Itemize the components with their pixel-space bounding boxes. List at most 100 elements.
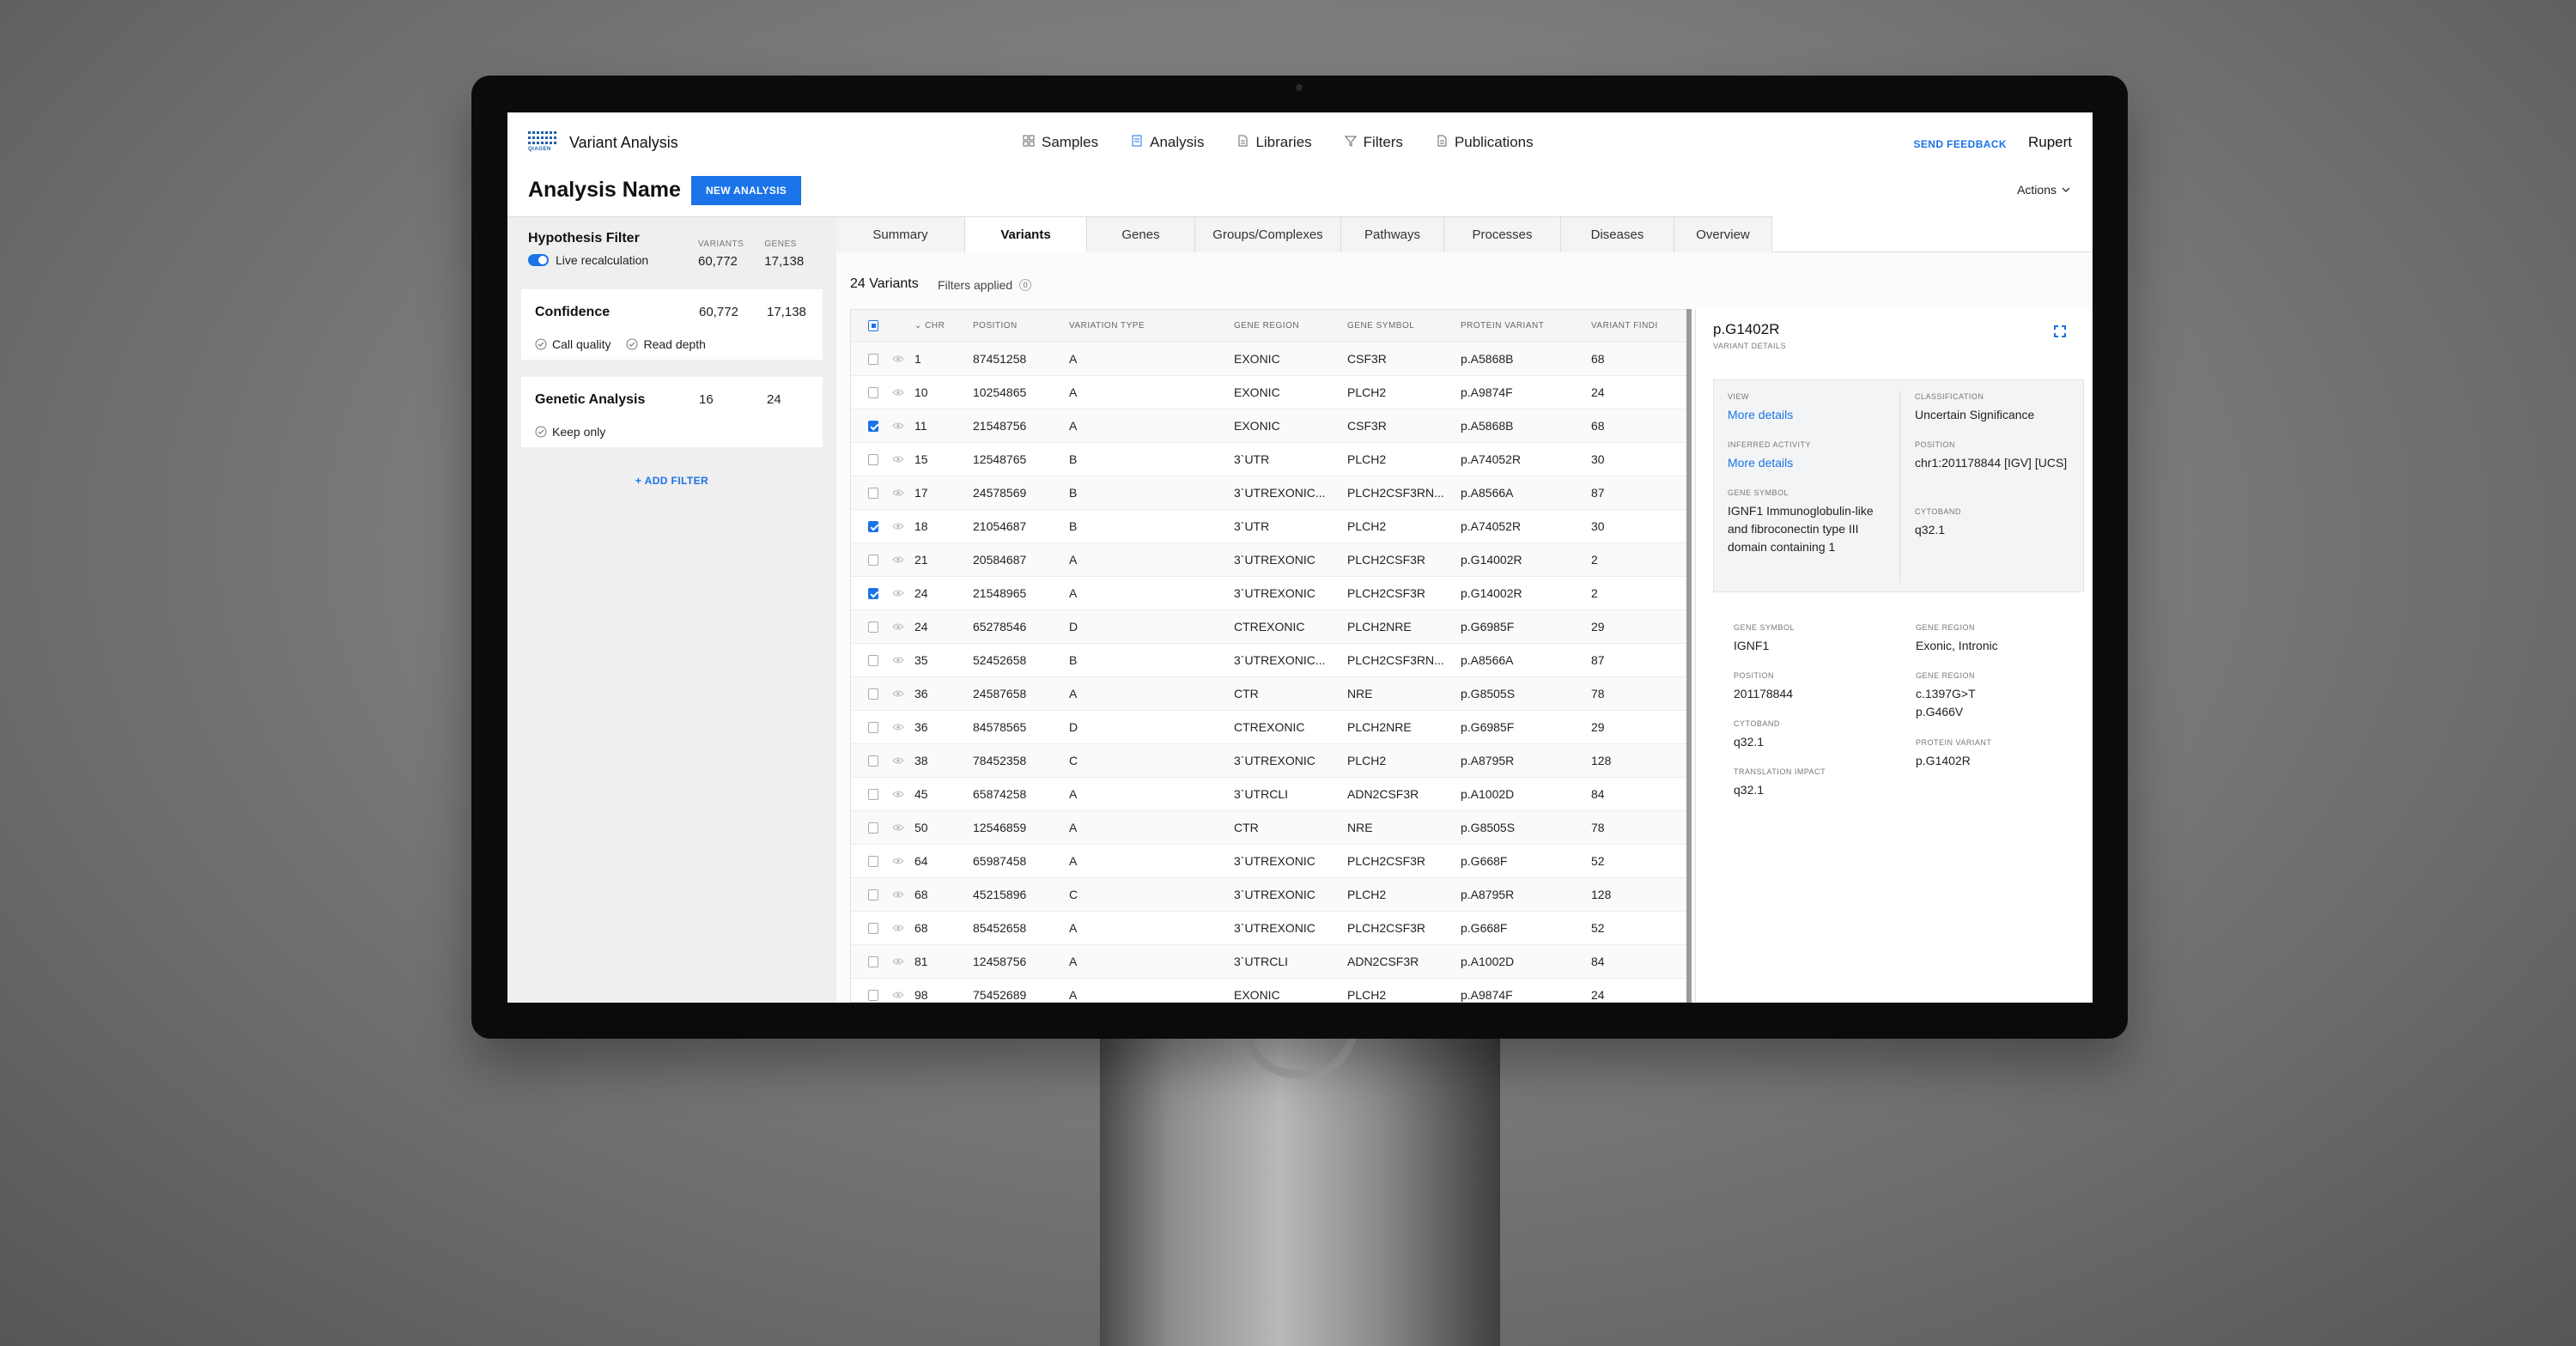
genetic-analysis-filter-card[interactable]: Genetic Analysis 16 24 Keep only xyxy=(521,377,823,447)
table-scrollbar[interactable] xyxy=(1686,309,1692,1003)
eye-icon[interactable] xyxy=(878,957,904,966)
eye-icon[interactable] xyxy=(878,589,904,597)
tab-variants[interactable]: Variants xyxy=(965,216,1087,252)
eye-icon[interactable] xyxy=(878,355,904,363)
actions-dropdown[interactable]: Actions xyxy=(2017,183,2070,197)
row-checkbox[interactable] xyxy=(868,487,878,499)
row-checkbox[interactable] xyxy=(868,888,878,900)
column-header-label: VARIANT FINDINGS xyxy=(1591,321,1658,330)
table-row[interactable]: 38 78452358 C 3`UTREXONIC PLCH2 p.A8795R 128 xyxy=(851,744,1691,778)
table-row[interactable]: 11 21548756 A EXONIC CSF3R p.A5868B 68 xyxy=(851,409,1691,443)
table-row[interactable]: 64 65987458 A 3`UTREXONIC PLCH2CSF3R p.G668F 5… xyxy=(851,845,1691,878)
tab-summary[interactable]: Summary xyxy=(836,216,965,252)
table-row[interactable]: 1 87451258 A EXONIC CSF3R p.A5868B 68 xyxy=(851,343,1691,376)
call-quality-option[interactable]: Call quality xyxy=(535,337,611,351)
nav-item-libraries[interactable]: Libraries xyxy=(1236,134,1312,151)
row-checkbox[interactable] xyxy=(868,587,878,599)
eye-icon[interactable] xyxy=(878,756,904,765)
eye-icon[interactable] xyxy=(878,857,904,865)
table-row[interactable]: 21 20584687 A 3`UTREXONIC PLCH2CSF3R p.G14002… xyxy=(851,543,1691,577)
table-row[interactable]: 10 10254865 A EXONIC PLCH2 p.A9874F 24 xyxy=(851,376,1691,409)
eye-icon[interactable] xyxy=(878,488,904,497)
column-header[interactable]: ⌄ CHR xyxy=(904,321,973,330)
column-header[interactable]: GENE SYMBOL xyxy=(1347,321,1461,330)
add-filter-button[interactable]: + ADD FILTER xyxy=(507,475,836,487)
nav-item-publications[interactable]: Publications xyxy=(1436,134,1534,151)
live-recalculation-toggle[interactable] xyxy=(528,254,549,266)
row-checkbox[interactable] xyxy=(868,386,878,398)
nav-item-filters[interactable]: Filters xyxy=(1344,134,1403,151)
eye-icon[interactable] xyxy=(878,388,904,397)
table-row[interactable]: 45 65874258 A 3`UTRCLI ADN2CSF3R p.A1002D 84 xyxy=(851,778,1691,811)
table-row[interactable]: 68 85452658 A 3`UTREXONIC PLCH2CSF3R p.G668F 5… xyxy=(851,912,1691,945)
row-checkbox[interactable] xyxy=(868,955,878,967)
tab-groups-complexes[interactable]: Groups/Complexes xyxy=(1195,216,1341,252)
table-row[interactable]: 50 12546859 A CTR NRE p.G8505S 78 xyxy=(851,811,1691,845)
column-header[interactable]: PROTEIN VARIANT xyxy=(1461,321,1591,330)
table-row[interactable]: 15 12548765 B 3`UTR PLCH2 p.A74052R 30 xyxy=(851,443,1691,476)
row-checkbox[interactable] xyxy=(868,822,878,834)
row-checkbox[interactable] xyxy=(868,688,878,700)
user-menu[interactable]: Rupert xyxy=(2028,134,2072,151)
eye-icon[interactable] xyxy=(878,455,904,464)
inferred-more-details-link[interactable]: More details xyxy=(1728,454,1811,472)
row-checkbox[interactable] xyxy=(868,755,878,767)
tab-diseases[interactable]: Diseases xyxy=(1561,216,1674,252)
tab-processes[interactable]: Processes xyxy=(1444,216,1561,252)
nav-item-analysis[interactable]: Analysis xyxy=(1131,134,1204,151)
table-row[interactable]: 18 21054687 B 3`UTR PLCH2 p.A74052R 30 xyxy=(851,510,1691,543)
select-all-checkbox[interactable] xyxy=(868,320,878,331)
logo-text: QIAGEN xyxy=(528,147,551,152)
tab-genes[interactable]: Genes xyxy=(1087,216,1195,252)
eye-icon[interactable] xyxy=(878,991,904,999)
eye-icon[interactable] xyxy=(878,790,904,798)
eye-icon[interactable] xyxy=(878,723,904,731)
filters-applied[interactable]: Filters applied 0 xyxy=(938,278,1032,292)
table-row[interactable]: 36 84578565 D CTREXONIC PLCH2NRE p.G6985F 29 xyxy=(851,711,1691,744)
new-analysis-button[interactable]: NEW ANALYSIS xyxy=(691,176,801,205)
send-feedback-link[interactable]: SEND FEEDBACK xyxy=(1913,138,2007,150)
eye-icon[interactable] xyxy=(878,689,904,698)
table-row[interactable]: 36 24587658 A CTR NRE p.G8505S 78 xyxy=(851,677,1691,711)
confidence-filter-card[interactable]: Confidence 60,772 17,138 Call quality Re… xyxy=(521,289,823,360)
table-row[interactable]: 81 12458756 A 3`UTRCLI ADN2CSF3R p.A1002D 84 xyxy=(851,945,1691,979)
table-row[interactable]: 24 21548965 A 3`UTREXONIC PLCH2CSF3R p.G14002… xyxy=(851,577,1691,610)
read-depth-option[interactable]: Read depth xyxy=(626,337,706,351)
table-row[interactable]: 35 52452658 B 3`UTREXONIC... PLCH2CSF3RN... p… xyxy=(851,644,1691,677)
row-checkbox[interactable] xyxy=(868,721,878,733)
keep-only-option[interactable]: Keep only xyxy=(535,425,605,439)
row-checkbox[interactable] xyxy=(868,554,878,566)
column-header[interactable]: POSITION xyxy=(973,321,1069,330)
row-checkbox[interactable] xyxy=(868,420,878,432)
cytoband-value: q32.1 xyxy=(1915,523,1946,537)
nav-item-samples[interactable]: Samples xyxy=(1023,134,1098,151)
table-row[interactable]: 98 75452689 A EXONIC PLCH2 p.A9874F 24 xyxy=(851,979,1691,1002)
row-checkbox[interactable] xyxy=(868,855,878,867)
row-checkbox[interactable] xyxy=(868,654,878,666)
row-checkbox[interactable] xyxy=(868,788,878,800)
eye-icon[interactable] xyxy=(878,924,904,932)
row-checkbox[interactable] xyxy=(868,353,878,365)
column-header[interactable]: VARIATION TYPE xyxy=(1069,321,1234,330)
eye-icon[interactable] xyxy=(878,622,904,631)
view-more-details-link[interactable]: More details xyxy=(1728,406,1793,424)
eye-icon[interactable] xyxy=(878,522,904,531)
row-checkbox[interactable] xyxy=(868,520,878,532)
column-header[interactable]: VARIANT FINDINGS xyxy=(1591,321,1658,330)
table-row[interactable]: 24 65278546 D CTREXONIC PLCH2NRE p.G6985F 29 xyxy=(851,610,1691,644)
tab-overview[interactable]: Overview xyxy=(1674,216,1772,252)
eye-icon[interactable] xyxy=(878,823,904,832)
row-checkbox[interactable] xyxy=(868,453,878,465)
row-checkbox[interactable] xyxy=(868,621,878,633)
expand-icon[interactable] xyxy=(2053,324,2067,338)
eye-icon[interactable] xyxy=(878,890,904,899)
column-header[interactable]: GENE REGION xyxy=(1234,321,1347,330)
table-row[interactable]: 68 45215896 C 3`UTREXONIC PLCH2 p.A8795R 128 xyxy=(851,878,1691,912)
tab-pathways[interactable]: Pathways xyxy=(1341,216,1444,252)
row-checkbox[interactable] xyxy=(868,989,878,1001)
eye-icon[interactable] xyxy=(878,421,904,430)
row-checkbox[interactable] xyxy=(868,922,878,934)
table-row[interactable]: 17 24578569 B 3`UTREXONIC... PLCH2CSF3RN... p… xyxy=(851,476,1691,510)
eye-icon[interactable] xyxy=(878,656,904,664)
eye-icon[interactable] xyxy=(878,555,904,564)
